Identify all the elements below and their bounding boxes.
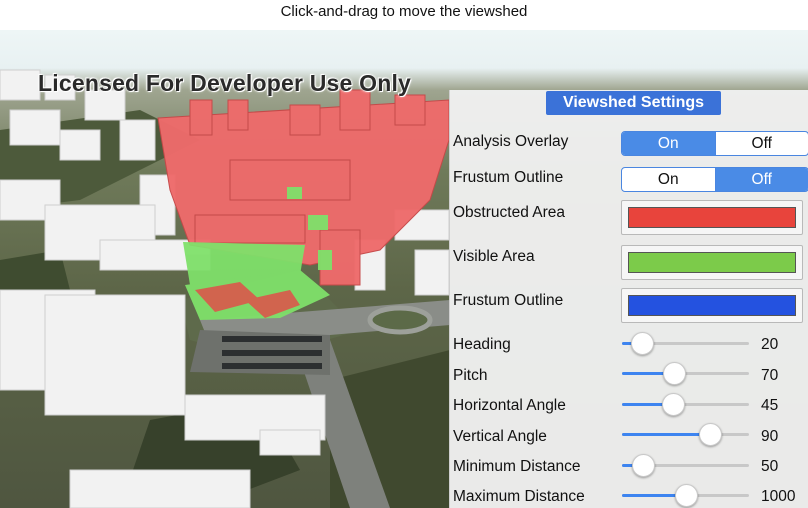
visible-area-label: Visible Area (453, 248, 535, 265)
frustum-outline-toggle: On Off (621, 167, 808, 192)
slider-thumb[interactable] (632, 454, 655, 477)
maximum-distance-label: Maximum Distance (453, 488, 585, 505)
frustum-outline-on-button[interactable]: On (622, 168, 715, 191)
minimum-distance-label: Minimum Distance (453, 458, 581, 475)
maximum-distance-slider[interactable] (622, 484, 749, 507)
slider-thumb[interactable] (662, 393, 685, 416)
slider-thumb[interactable] (663, 362, 686, 385)
license-watermark: Licensed For Developer Use Only (38, 70, 412, 96)
analysis-overlay-off-button[interactable]: Off (714, 132, 808, 155)
panel-title: Viewshed Settings (546, 91, 721, 115)
analysis-overlay-toggle: On Off (621, 131, 808, 156)
pitch-value: 70 (761, 367, 779, 384)
slider-thumb[interactable] (699, 423, 722, 446)
vertical-angle-label: Vertical Angle (453, 428, 547, 445)
slider-thumb[interactable] (631, 332, 654, 355)
vertical-angle-slider[interactable] (622, 423, 749, 446)
frustum-outline-off-button[interactable]: Off (714, 168, 808, 191)
heading-label: Heading (453, 336, 511, 353)
visible-area-color-swatch (628, 252, 796, 273)
slider-fill (622, 433, 710, 436)
heading-value: 20 (761, 336, 779, 353)
frustum-outline-color-label: Frustum Outline (453, 292, 564, 309)
frustum-outline-color-swatch (628, 295, 796, 316)
horizontal-angle-slider[interactable] (622, 393, 749, 416)
frustum-outline-color-well[interactable] (621, 288, 803, 323)
minimum-distance-slider[interactable] (622, 454, 749, 477)
horizontal-angle-value: 45 (761, 397, 779, 414)
analysis-overlay-on-button[interactable]: On (622, 132, 715, 155)
obstructed-area-label: Obstructed Area (453, 204, 566, 221)
visible-area-color-well[interactable] (621, 245, 803, 280)
obstructed-area-color-well[interactable] (621, 200, 803, 235)
minimum-distance-value: 50 (761, 458, 779, 475)
obstructed-area-color-swatch (628, 207, 796, 228)
heading-slider[interactable] (622, 332, 749, 355)
vertical-angle-value: 90 (761, 428, 779, 445)
instruction-banner: Click-and-drag to move the viewshed (0, 0, 808, 30)
frustum-outline-toggle-label: Frustum Outline (453, 169, 564, 186)
maximum-distance-value: 1000 (761, 488, 796, 505)
pitch-slider[interactable] (622, 362, 749, 385)
pitch-label: Pitch (453, 367, 488, 384)
analysis-overlay-label: Analysis Overlay (453, 133, 569, 150)
slider-thumb[interactable] (675, 484, 698, 507)
horizontal-angle-label: Horizontal Angle (453, 397, 566, 414)
